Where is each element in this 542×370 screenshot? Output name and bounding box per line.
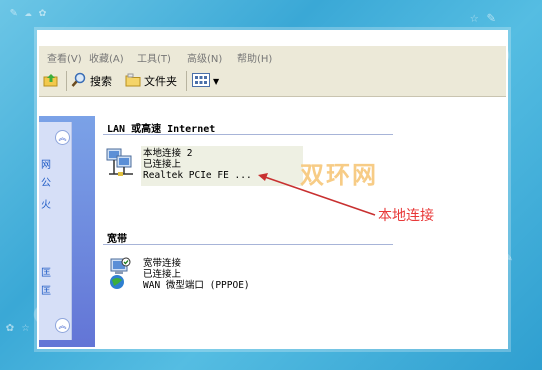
watermark-logo: 双环网 [300, 161, 378, 189]
annotation-arrow [258, 173, 376, 216]
annotation-label: 本地连接 [378, 208, 434, 224]
